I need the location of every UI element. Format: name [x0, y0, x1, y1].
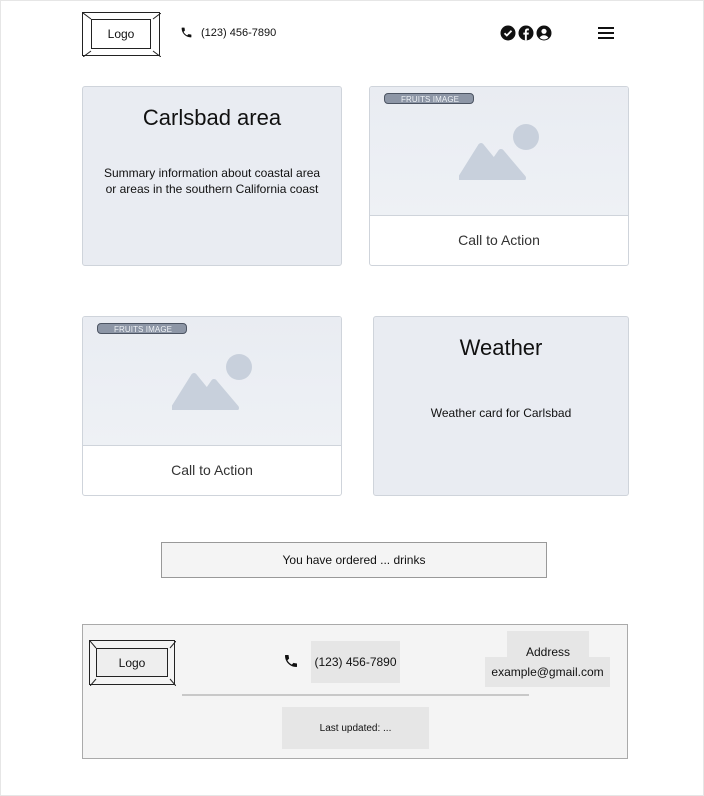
weather-card-title: Weather: [459, 335, 543, 360]
weather-card-text: Weather card for Carlsbad: [430, 406, 572, 420]
footer-logo[interactable]: Logo: [89, 640, 176, 686]
footer-divider: [182, 694, 529, 696]
call-to-action-button[interactable]: Call to Action: [370, 215, 628, 265]
image-tag: FRUITS IMAGE: [97, 323, 187, 334]
footer-phone[interactable]: (123) 456-7890: [311, 641, 400, 683]
order-status: You have ordered ... drinks: [161, 542, 547, 578]
social-links: [500, 25, 552, 41]
phone-icon: [285, 655, 297, 667]
weather-card: Weather Weather card for Carlsbad: [373, 316, 629, 496]
header-logo[interactable]: Logo: [82, 12, 161, 57]
header-phone[interactable]: (123) 456-7890: [180, 26, 276, 39]
footer-logo-label: Logo: [96, 648, 168, 677]
image-tag: FRUITS IMAGE: [384, 93, 474, 104]
footer: Logo (123) 456-7890 Address example@gmai…: [82, 624, 628, 759]
facebook-icon[interactable]: [518, 25, 534, 41]
logo-label: Logo: [91, 19, 151, 49]
check-circle-icon[interactable]: [500, 25, 516, 41]
user-circle-icon[interactable]: [536, 25, 552, 41]
footer-email[interactable]: example@gmail.com: [485, 657, 610, 687]
image-placeholder-icon: [172, 354, 252, 410]
image-placeholder-area: FRUITS IMAGE: [370, 87, 628, 216]
header-phone-number: (123) 456-7890: [201, 26, 277, 39]
footer-address: Address: [507, 631, 589, 659]
hamburger-menu-icon[interactable]: [598, 27, 614, 41]
call-to-action-button[interactable]: Call to Action: [83, 445, 341, 495]
image-card: FRUITS IMAGE Call to Action: [82, 316, 342, 496]
last-updated: Last updated: ...: [282, 707, 429, 749]
area-card: Carlsbad area Summary information about …: [82, 86, 342, 266]
image-placeholder-area: FRUITS IMAGE: [83, 317, 341, 446]
image-placeholder-icon: [459, 124, 539, 180]
phone-icon: [181, 27, 192, 38]
area-card-text: Summary information about coastal area o…: [103, 166, 321, 196]
area-card-title: Carlsbad area: [142, 105, 282, 130]
image-card: FRUITS IMAGE Call to Action: [369, 86, 629, 266]
